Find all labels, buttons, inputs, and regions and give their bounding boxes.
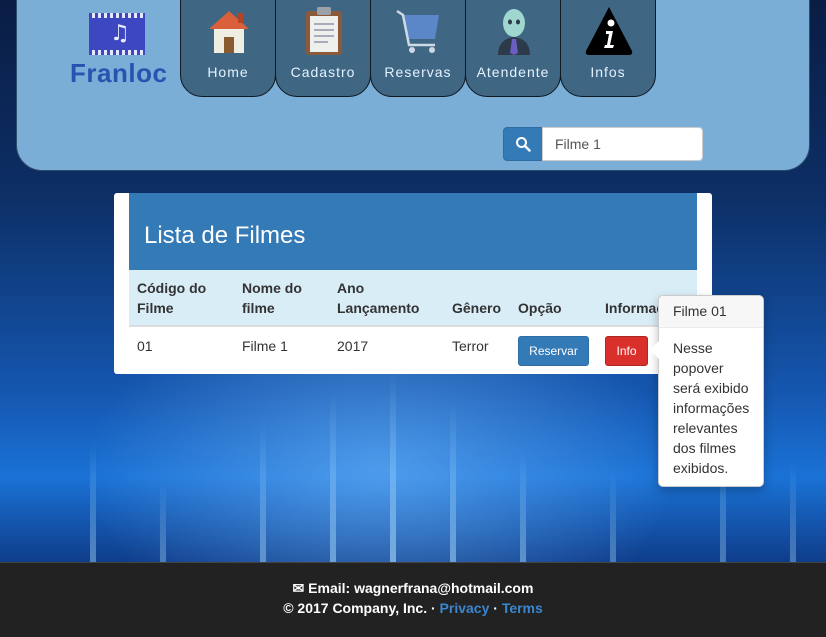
col-nome: Nome do filme [242, 280, 302, 316]
info-button[interactable]: Info [605, 336, 648, 366]
reservar-button[interactable]: Reservar [518, 336, 589, 366]
popover-title: Filme 01 [659, 296, 763, 328]
col-codigo: Código do Filme [137, 280, 207, 316]
panel-header: Lista de Filmes [129, 193, 697, 270]
footer-email-line: ✉ Email: wagnerfrana@hotmail.com [0, 580, 826, 597]
footer-email: Email: wagnerfrana@hotmail.com [308, 580, 534, 596]
film-music-icon: ♫ [89, 13, 145, 55]
table-header: Código do Filme Nome do filme Ano Lançam… [129, 270, 697, 327]
tab-reservas-label: Reservas [384, 64, 452, 80]
search-button[interactable] [503, 127, 543, 161]
col-informacoes: Informações [605, 300, 659, 316]
info-popover: Filme 01 Nesse popover será exibido info… [650, 295, 764, 487]
tab-infos[interactable]: Infos [560, 0, 656, 97]
footer: ✉ Email: wagnerfrana@hotmail.com © 2017 … [0, 562, 826, 637]
tab-atendente[interactable]: Atendente [465, 0, 561, 97]
panel-title: Lista de Filmes [144, 222, 306, 249]
attendant-icon [498, 9, 530, 55]
clipboard-icon [306, 7, 342, 55]
cell-genero: Terror [452, 338, 489, 354]
brand-logo[interactable]: ♫ Franloc [70, 12, 168, 88]
popover-arrow [650, 341, 659, 359]
brand-name: Franloc [70, 58, 168, 88]
col-opcao: Opção [518, 300, 562, 316]
col-genero: Gênero [452, 300, 502, 316]
house-icon [209, 11, 249, 53]
tab-cadastro[interactable]: Cadastro [275, 0, 371, 97]
envelope-icon: ✉ [292, 580, 305, 596]
cell-ano: 2017 [337, 338, 369, 354]
col-ano: Ano Lançamento [337, 280, 420, 316]
search-input[interactable] [542, 127, 703, 161]
tab-cadastro-label: Cadastro [290, 64, 356, 80]
popover-content: Nesse popover será exibido informações r… [673, 340, 750, 476]
privacy-link[interactable]: Privacy [440, 600, 490, 616]
search-icon [516, 137, 531, 152]
footer-copyright-line: © 2017 Company, Inc. · Privacy · Terms [0, 600, 826, 616]
terms-link[interactable]: Terms [502, 600, 543, 616]
cell-nome: Filme 1 [242, 338, 288, 354]
footer-separator: · [493, 600, 498, 616]
tab-atendente-label: Atendente [476, 64, 550, 80]
cart-icon [396, 9, 439, 53]
tab-home-label: Home [207, 64, 249, 80]
tab-reservas[interactable]: Reservas [370, 0, 466, 97]
cell-codigo: 01 [137, 338, 153, 354]
footer-copyright: © 2017 Company, Inc. · [283, 600, 436, 616]
tab-home[interactable]: Home [180, 0, 276, 97]
info-icon [585, 7, 633, 55]
tab-infos-label: Infos [590, 64, 626, 80]
